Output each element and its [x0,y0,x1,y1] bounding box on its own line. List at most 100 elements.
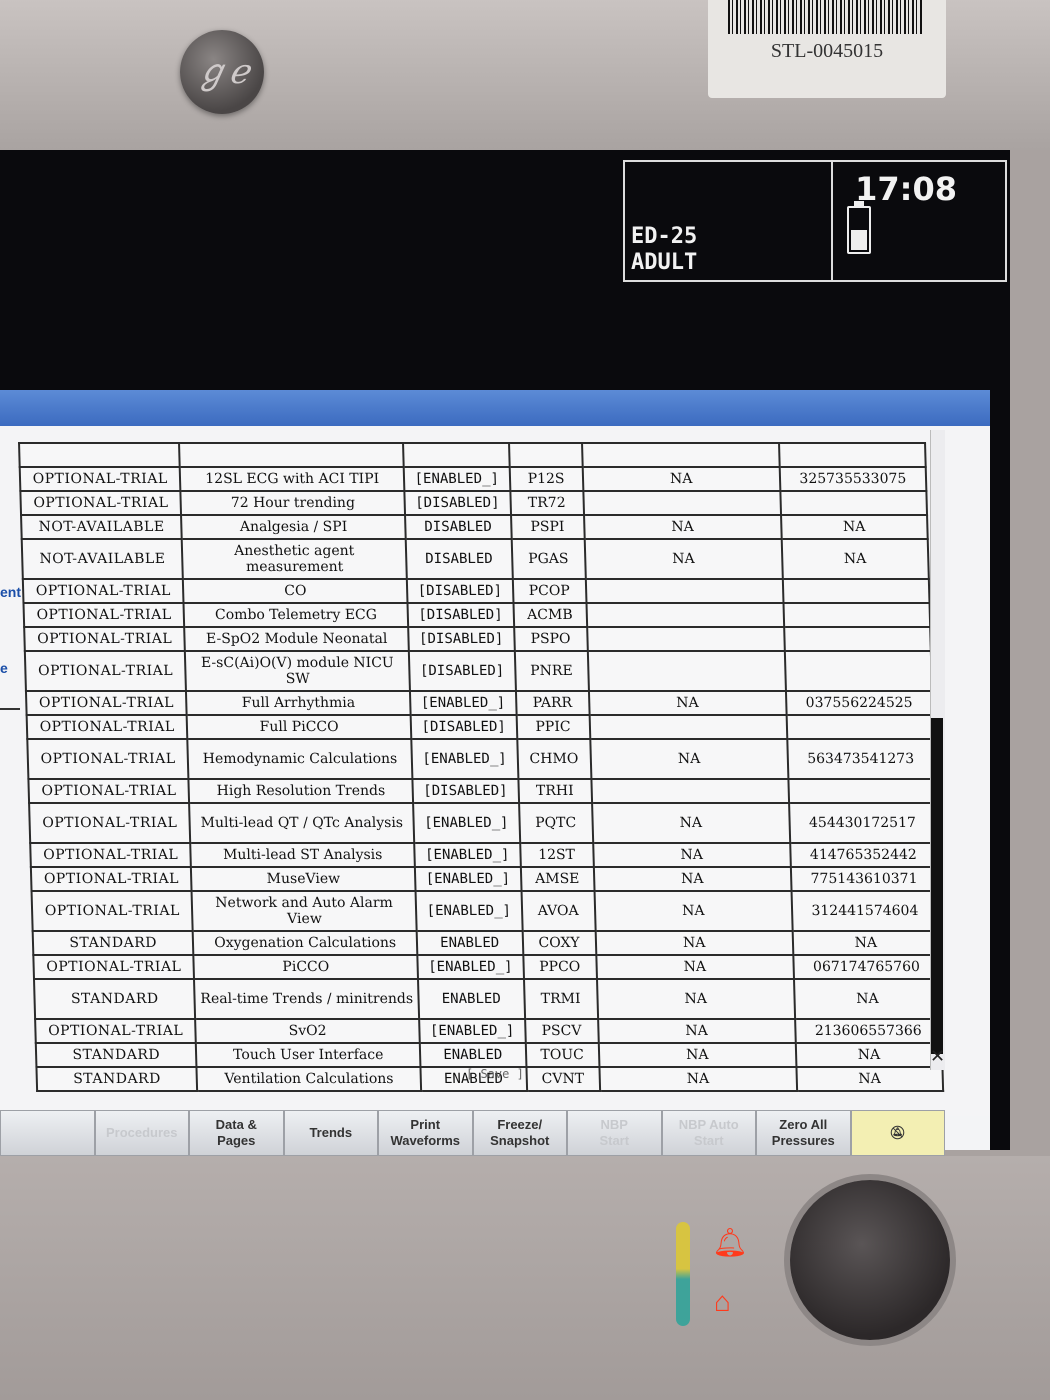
status-cell: OPTIONAL-TRIAL [25,691,188,715]
code-cell: PQTC [518,803,593,843]
state-cell: [DISABLED] [408,651,516,691]
zero-all-pressures-button[interactable]: Zero All Pressures [756,1110,851,1156]
table-row: OPTIONAL-TRIAL E-sC(Ai)O(V) module NICU S… [24,651,932,691]
feature-name-cell: Multi-lead ST Analysis [190,843,415,867]
status-cell: OPTIONAL-TRIAL [26,715,188,739]
status-cell: OPTIONAL-TRIAL [28,779,190,803]
status-cell: STANDARD [33,979,196,1019]
table-row: OPTIONAL-TRIAL CO [DISABLED] PCOP [22,579,930,603]
code-cell: PSPI [510,515,585,539]
key-cell: NA [780,515,928,539]
key-cell: 775143610371 [790,867,938,891]
code-cell: AMSE [520,867,595,891]
state-cell: [ENABLED_] [411,739,518,779]
table-row: OPTIONAL-TRIAL 12SL ECG with ACI TIPI [ENA… [19,467,927,491]
scrollbar-thumb[interactable] [931,718,943,1054]
state-cell: [ENABLED_] [412,803,520,843]
procedures-button[interactable]: Procedures [94,1110,189,1156]
battery-icon [847,201,871,254]
unit-name: ED-25 [631,224,698,249]
status-cell: OPTIONAL-TRIAL [22,579,184,603]
feature-name-cell: PiCCO [193,955,418,979]
key-cell: NA [796,1067,944,1091]
patient-info[interactable]: ED-25 ADULT [625,162,833,280]
key-cell: 067174765760 [793,955,940,979]
side-text-fragment: ent [0,584,21,600]
state-cell: [ENABLED_] [414,867,522,891]
state-cell: [ENABLED_] [403,467,510,491]
code-cell: 12ST [519,843,594,867]
key-cell: 563473541273 [786,739,935,779]
table-row: OPTIONAL-TRIAL Network and Auto Alarm Vie… [31,891,939,931]
key-cell: 414765352442 [789,843,937,867]
table-row: OPTIONAL-TRIAL Multi-lead QT / QTc Analys… [29,803,937,843]
table-row: STANDARD Oxygenation Calculations ENABLED C… [32,931,940,955]
key-cell: NA [795,1043,943,1067]
trends-button[interactable]: Trends [283,1110,378,1156]
status-cell: OPTIONAL-TRIAL [19,467,181,491]
key-cell [786,715,934,739]
key-cell: NA [792,931,940,955]
header-info-box[interactable]: ED-25 ADULT 17:08 [623,160,1007,282]
key-cell [788,779,936,803]
value-cell: NA [582,467,781,491]
battery-fill [851,230,867,250]
code-cell: P12S [509,467,584,491]
print-waveforms-button[interactable]: Print Waveforms [378,1110,473,1156]
feature-name-cell: Combo Telemetry ECG [183,603,409,627]
alarm-silence-button[interactable]: 🔕︎ [850,1110,945,1156]
feature-name-cell: Full PiCCO [187,715,412,739]
state-cell: [DISABLED] [406,579,514,603]
value-cell [591,779,789,803]
value-cell: NA [596,979,795,1019]
feature-name-cell: Real-time Trends / minitrends [194,979,420,1019]
value-cell: NA [584,539,783,579]
key-cell [782,579,930,603]
table-row: OPTIONAL-TRIAL SvO2 [ENABLED_] PSCV NA 213606… [35,1019,942,1043]
key-cell [783,627,931,651]
clock-area: 17:08 [833,162,1005,280]
code-cell: COXY [522,931,596,955]
table-row: OPTIONAL-TRIAL Full PiCCO [DISABLED] PPIC [26,715,934,739]
bottom-btn-partial[interactable] [0,1110,95,1156]
feature-name-cell: Hemodynamic Calculations [187,739,413,779]
alarm-bell-icon: 🔔︎ [712,1227,748,1258]
table-row: STANDARD Real-time Trends / minitrends ENA… [33,979,942,1019]
code-cell: TOUC [525,1043,600,1067]
divider [0,708,20,710]
code-cell: CHMO [516,739,592,779]
value-cell: NA [593,867,792,891]
home-icon[interactable]: ⌂ [714,1286,731,1318]
state-cell: [DISABLED] [410,715,517,739]
value-cell [585,579,784,603]
feature-name-cell: Ventilation Calculations [196,1067,422,1091]
window-title-bar [0,390,990,426]
freeze-snapshot-button[interactable]: Freeze/ Snapshot [472,1110,567,1156]
nbp-auto-start-button[interactable]: NBP Auto Start [661,1110,756,1156]
code-cell: TRHI [517,779,592,803]
key-cell: 454430172517 [788,803,937,843]
feature-name-cell: Multi-lead QT / QTc Analysis [189,803,415,843]
key-cell [780,491,928,515]
state-cell: DISABLED [404,515,512,539]
data-pages-button[interactable]: Data & Pages [189,1110,284,1156]
status-cell: STANDARD [36,1067,198,1091]
close-icon[interactable]: ✕ [930,1046,945,1067]
status-cell: OPTIONAL-TRIAL [20,491,182,515]
table-row: NOT-AVAILABLE Analgesia / SPI DISABLED PSPI… [21,515,928,539]
nbp-start-button[interactable]: NBP Start [567,1110,662,1156]
save-button[interactable]: [ Save ] [460,1066,530,1082]
trim-knob[interactable] [790,1180,950,1340]
status-cell: OPTIONAL-TRIAL [31,891,194,931]
key-cell: 213606557366 [794,1019,942,1043]
key-cell [783,603,931,627]
indicator-strip [676,1222,690,1326]
state-cell: [ENABLED_] [409,691,517,715]
clock: 17:08 [855,170,957,208]
status-cell: OPTIONAL-TRIAL [24,651,187,691]
value-cell [586,627,785,651]
value-cell: NA [591,803,790,843]
asset-tag-label: STL-0045015 [708,0,946,98]
value-cell [589,715,787,739]
status-cell: NOT-AVAILABLE [21,515,183,539]
